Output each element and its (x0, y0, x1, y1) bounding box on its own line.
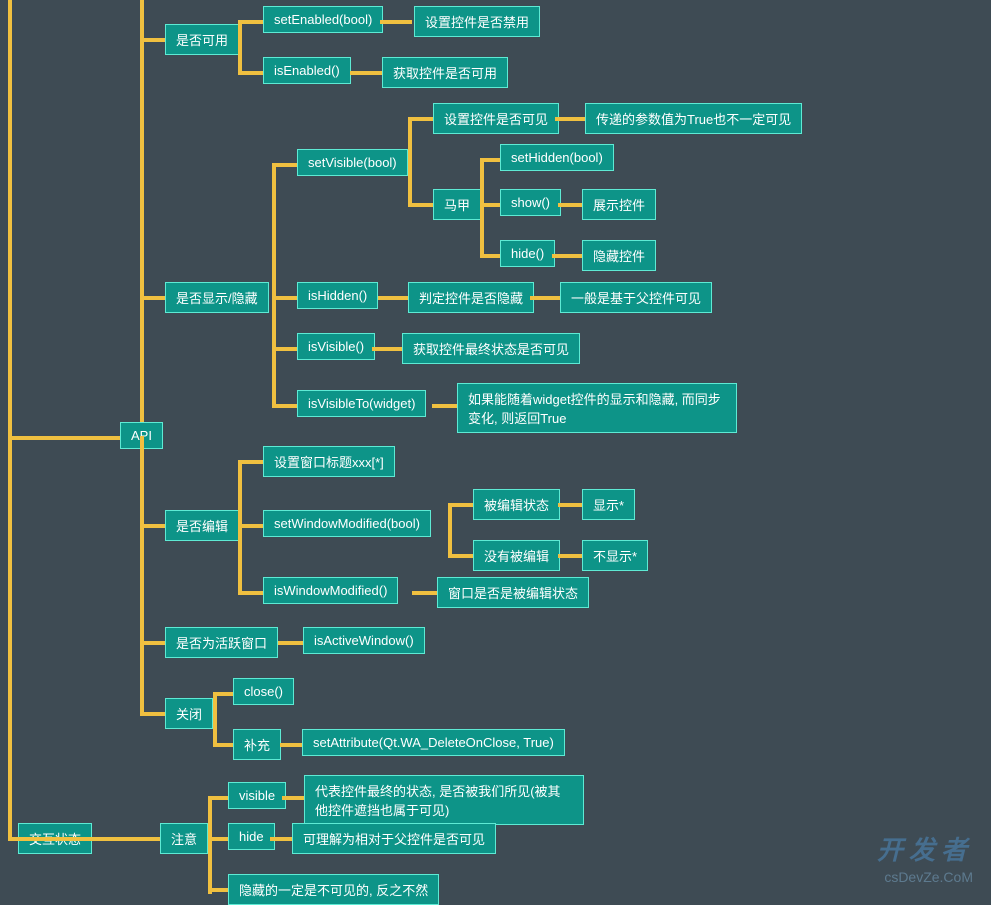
conn (208, 796, 212, 894)
conn-root-v (8, 0, 12, 838)
conn (238, 71, 263, 75)
conn (208, 837, 228, 841)
node-hide-k-n: 可理解为相对于父控件是否可见 (292, 823, 496, 854)
conn (140, 712, 165, 716)
conn (238, 524, 263, 528)
conn-usable (140, 38, 165, 42)
conn (408, 203, 433, 207)
node-hide-note: 隐藏控件 (582, 240, 656, 271)
node-hidden-final: 隐藏的一定是不可见的, 反之不然 (228, 874, 439, 905)
node-notice: 注意 (160, 823, 208, 854)
conn (272, 163, 276, 408)
conn (480, 203, 500, 207)
node-ishidden-n2: 一般是基于父控件可见 (560, 282, 712, 313)
node-hide-k: hide (228, 823, 275, 850)
node-settitle: 设置窗口标题xxx[*] (263, 446, 395, 477)
node-usable: 是否可用 (165, 24, 239, 55)
conn (238, 20, 263, 24)
conn (238, 591, 263, 595)
node-setvisible-n2: 传递的参数值为True也不一定可见 (585, 103, 802, 134)
conn (140, 296, 165, 300)
node-setwinmod: setWindowModified(bool) (263, 510, 431, 537)
conn (530, 296, 560, 300)
node-edit-section: 是否编辑 (165, 510, 239, 541)
node-iswinmod: isWindowModified() (263, 577, 398, 604)
conn-api-h (8, 436, 120, 440)
node-ishidden-n1: 判定控件是否隐藏 (408, 282, 534, 313)
node-visible: visible (228, 782, 286, 809)
node-isenabled: isEnabled() (263, 57, 351, 84)
watermark-small: csDevZe.CoM (877, 868, 973, 886)
node-hide: hide() (500, 240, 555, 267)
conn (272, 296, 297, 300)
conn (408, 117, 412, 207)
conn (272, 404, 297, 408)
node-active-section: 是否为活跃窗口 (165, 627, 278, 658)
node-sethidden: setHidden(bool) (500, 144, 614, 171)
conn (448, 554, 473, 558)
conn (480, 254, 500, 258)
conn (208, 888, 228, 892)
conn (278, 641, 303, 645)
watermark-big: 开发者 (877, 834, 973, 868)
conn (272, 347, 297, 351)
conn (350, 71, 382, 75)
conn (213, 692, 217, 747)
conn (270, 837, 292, 841)
node-setvisible: setVisible(bool) (297, 149, 408, 176)
conn (238, 460, 263, 464)
conn (558, 203, 582, 207)
node-edited: 被编辑状态 (473, 489, 560, 520)
conn (208, 796, 228, 800)
conn (140, 436, 144, 716)
conn (238, 20, 242, 75)
conn (282, 796, 304, 800)
conn (380, 20, 412, 24)
conn (555, 117, 585, 121)
node-isvisibleto: isVisibleTo(widget) (297, 390, 426, 417)
node-setattr: setAttribute(Qt.WA_DeleteOnClose, True) (302, 729, 565, 756)
watermark: 开发者 csDevZe.CoM (877, 834, 973, 886)
conn (372, 347, 402, 351)
conn (408, 117, 433, 121)
node-notedited: 没有被编辑 (473, 540, 560, 571)
conn (140, 641, 165, 645)
conn (558, 554, 582, 558)
node-setenabled: setEnabled(bool) (263, 6, 383, 33)
node-supplement: 补充 (233, 729, 281, 760)
conn (213, 743, 233, 747)
node-show: show() (500, 189, 561, 216)
node-close: close() (233, 678, 294, 705)
node-setenabled-note: 设置控件是否禁用 (414, 6, 540, 37)
conn (213, 692, 233, 696)
node-close-section: 关闭 (165, 698, 213, 729)
node-edited-n: 显示* (582, 489, 635, 520)
node-visible-n: 代表控件最终的状态, 是否被我们所见(被其他控件遮挡也属于可见) (304, 775, 584, 825)
conn-api-v (140, 0, 144, 438)
node-visible-section: 是否显示/隐藏 (165, 282, 269, 313)
node-notedited-n: 不显示* (582, 540, 648, 571)
conn (412, 591, 437, 595)
node-isactivewin: isActiveWindow() (303, 627, 425, 654)
conn (480, 158, 500, 162)
node-iswinmod-n: 窗口是否是被编辑状态 (437, 577, 589, 608)
node-isvisible-n: 获取控件最终状态是否可见 (402, 333, 580, 364)
node-alias: 马甲 (433, 189, 481, 220)
conn (432, 404, 457, 408)
conn (558, 503, 582, 507)
node-setvisible-n1: 设置控件是否可见 (433, 103, 559, 134)
node-isvisible: isVisible() (297, 333, 375, 360)
conn (552, 254, 582, 258)
conn (272, 163, 297, 167)
conn (280, 743, 302, 747)
conn (448, 503, 452, 558)
conn (480, 158, 484, 258)
conn (8, 837, 160, 841)
node-isenabled-note: 获取控件是否可用 (382, 57, 508, 88)
conn (448, 503, 473, 507)
conn (378, 296, 408, 300)
node-ishidden: isHidden() (297, 282, 378, 309)
node-show-note: 展示控件 (582, 189, 656, 220)
node-isvisibleto-n: 如果能随着widget控件的显示和隐藏, 而同步变化, 则返回True (457, 383, 737, 433)
